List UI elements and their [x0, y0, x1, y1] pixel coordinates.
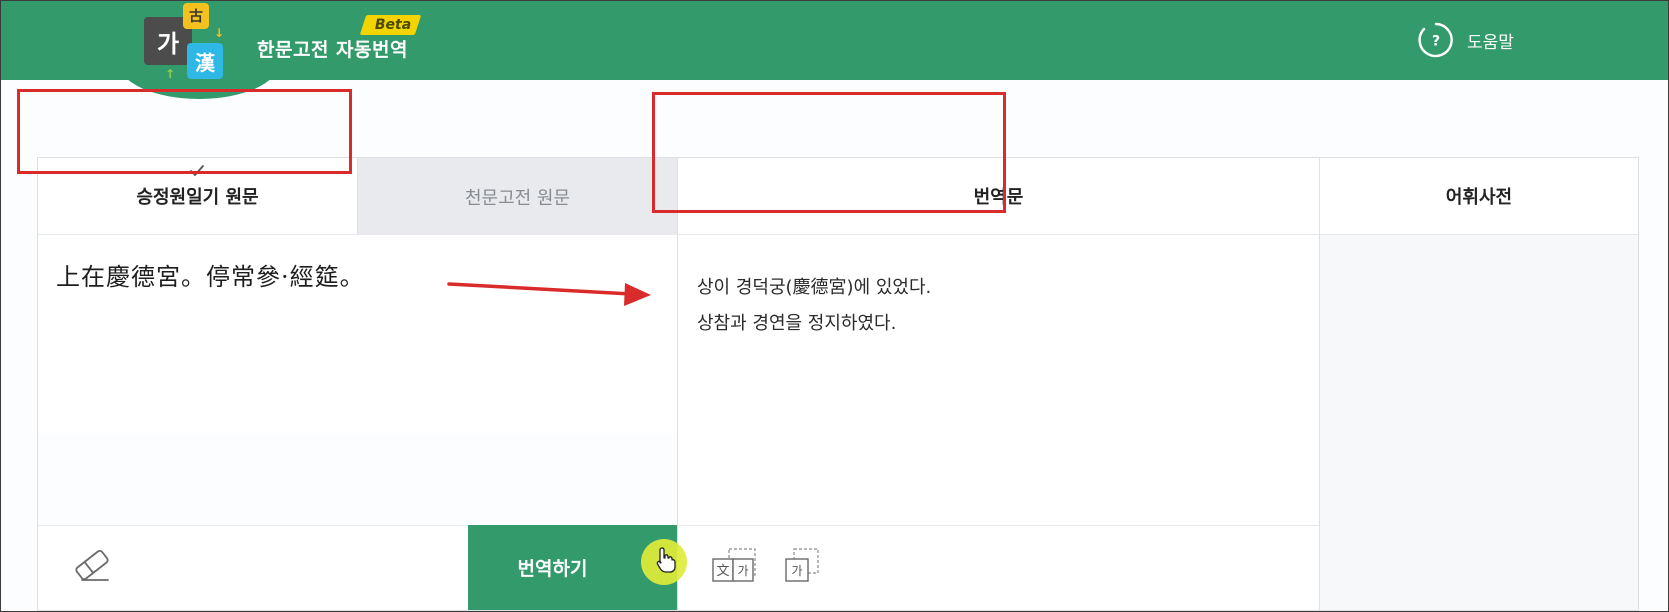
bilingual-view-icon[interactable]: 文 가: [711, 547, 757, 585]
korean-only-view-icon[interactable]: 가: [784, 547, 820, 585]
logo-arrow-icon: ↑: [165, 67, 176, 81]
svg-text:?: ?: [1432, 34, 1440, 50]
translation-output[interactable]: 상이 경덕궁(慶德宮)에 있었다. 상참과 경연을 정지하였다.: [697, 270, 931, 342]
translator-panels: 승정원일기 원문 천문고전 원문 上在慶德宮。停常參·經筵。 13/300 번역…: [37, 157, 1639, 611]
tool-char: 文: [716, 564, 729, 579]
logo-arrow-icon: ↓: [214, 26, 225, 40]
help-button[interactable]: ? 도움말: [1417, 21, 1514, 59]
divider: [678, 525, 1319, 526]
translation-line: 상참과 경연을 정지하였다.: [697, 313, 897, 334]
tab-classics-source[interactable]: 천문고전 원문: [357, 158, 677, 235]
help-label: 도움말: [1467, 32, 1514, 53]
translation-line: 상이 경덕궁(慶德宮)에 있었다.: [697, 277, 932, 298]
dictionary-panel[interactable]: [1320, 235, 1638, 610]
source-highlight-box: [17, 89, 352, 174]
source-text: 上在慶德宮。停常參·經筵。: [56, 263, 365, 291]
hand-cursor-icon: [656, 547, 676, 573]
logo-tile-han: 漢: [187, 43, 223, 79]
tab-label: 천문고전 원문: [464, 187, 571, 209]
tool-char: 가: [737, 564, 748, 578]
source-textarea[interactable]: 上在慶德宮。停常參·經筵。: [38, 235, 677, 433]
eraser-icon[interactable]: [72, 545, 112, 585]
app-title: 한문고전 자동번역: [257, 39, 408, 61]
app-window: 가 古 漢 ↓ ↑ 한문고전 자동번역 Beta ? 도움말 승정원일기 원문 …: [0, 0, 1669, 612]
tool-char: 가: [791, 564, 802, 578]
tab-label: 승정원일기 원문: [136, 187, 259, 208]
source-textarea-footer: [38, 433, 677, 524]
dictionary-header: 어휘사전: [1320, 158, 1638, 235]
logo-tile-go: 古: [183, 3, 209, 29]
beta-badge: Beta: [374, 17, 412, 33]
translation-highlight-box: [652, 92, 1006, 213]
question-circle-icon: ?: [1418, 22, 1453, 58]
